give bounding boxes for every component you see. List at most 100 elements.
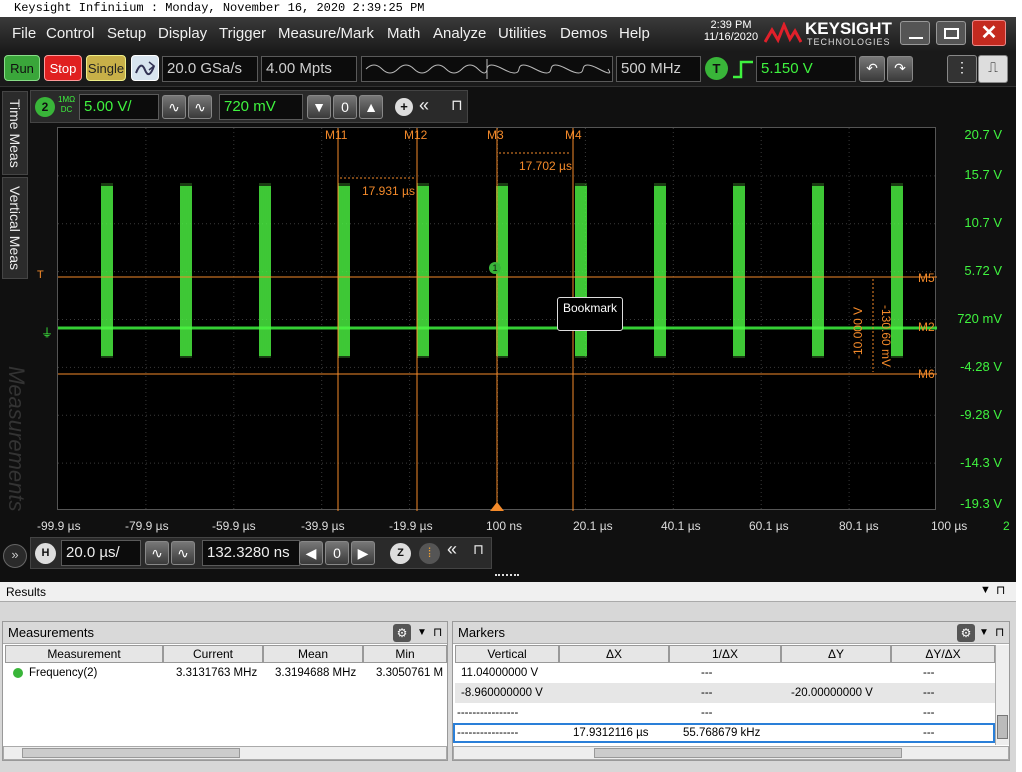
marker-m5-label[interactable]: M5 — [918, 271, 935, 285]
table-row[interactable]: 11.04000000 V --- --- — [455, 663, 995, 683]
marker-m2-label[interactable]: M2 — [918, 320, 935, 334]
measurements-menu-icon[interactable]: ▼ — [417, 622, 427, 644]
scale-increase-button[interactable]: ∿ — [188, 95, 212, 119]
marker-m6-label[interactable]: M6 — [918, 367, 935, 381]
markers-vscroll-thumb[interactable] — [997, 715, 1008, 739]
bookmark[interactable]: Bookmark — [557, 297, 623, 331]
collapse-horizontal-button[interactable]: « — [447, 539, 457, 560]
segments-button[interactable]: ⁞ — [419, 543, 440, 564]
touch-mode-button[interactable]: ⎍ — [978, 55, 1008, 83]
measurements-pin-icon[interactable]: ⊓ — [433, 621, 442, 643]
marker-m3-label[interactable]: M3 — [487, 128, 504, 142]
sample-rate-field[interactable]: 20.0 GSa/s — [162, 56, 258, 82]
trace-burst — [733, 186, 745, 356]
col-dydx[interactable]: ΔY/ΔX — [891, 645, 995, 663]
rising-edge-icon[interactable] — [731, 57, 755, 81]
collapse-button[interactable]: « — [419, 95, 429, 116]
y-label-1: 20.7 V — [964, 127, 1002, 142]
col-current[interactable]: Current — [163, 645, 263, 663]
timebase-increase-button[interactable]: ∿ — [171, 541, 195, 565]
horizontal-badge[interactable]: H — [35, 543, 56, 564]
table-row[interactable]: ---------------- --- --- — [455, 703, 995, 723]
pin-button[interactable]: ⊓ — [451, 96, 463, 114]
table-row[interactable]: Frequency(2) 3.3131763 MHz 3.3194688 MHz… — [5, 663, 447, 683]
markers-vscrollbar[interactable] — [995, 645, 1009, 745]
menu-control[interactable]: Control — [46, 25, 94, 42]
stop-button[interactable]: Stop — [44, 55, 82, 81]
minimize-button[interactable] — [900, 21, 930, 45]
channel-coupling[interactable]: 1MΩ DC — [58, 95, 75, 115]
offset-down-button[interactable]: ▼ — [307, 95, 331, 119]
trigger-level-field[interactable]: 5.150 V — [756, 56, 856, 82]
menu-utilities[interactable]: Utilities — [498, 25, 546, 42]
menu-measure-mark[interactable]: Measure/Mark — [278, 25, 374, 42]
marker-m4-label[interactable]: M4 — [565, 128, 582, 142]
close-button[interactable]: ✕ — [972, 20, 1006, 46]
y-label-5: 720 mV — [957, 311, 1002, 326]
measurements-settings-icon[interactable]: ⚙ — [393, 624, 411, 642]
redo-button[interactable]: ↷ — [887, 56, 913, 82]
undo-button[interactable]: ↶ — [859, 56, 885, 82]
col-vertical[interactable]: Vertical — [455, 645, 559, 663]
markers-scroll-thumb[interactable] — [594, 748, 902, 758]
menu-setup[interactable]: Setup — [107, 25, 146, 42]
channel-tag: 2 — [1003, 519, 1010, 533]
expand-results-button[interactable]: » — [3, 544, 27, 568]
timebase-scale-field[interactable]: 20.0 µs/ — [61, 540, 141, 566]
channel-badge[interactable]: 2 — [35, 97, 55, 117]
x-label-7: 20.1 µs — [573, 519, 613, 533]
splitter-handle[interactable] — [495, 574, 519, 578]
vertical-scale-field[interactable]: 5.00 V/ — [79, 94, 159, 120]
position-zero-button[interactable]: 0 — [325, 541, 349, 565]
markers-settings-icon[interactable]: ⚙ — [957, 624, 975, 642]
scale-decrease-button[interactable]: ∿ — [162, 95, 186, 119]
add-channel-button[interactable]: + — [395, 98, 413, 116]
table-row[interactable]: -8.960000000 V --- -20.00000000 V --- — [455, 683, 995, 703]
marker-m11-label[interactable]: M11 — [325, 128, 347, 142]
col-inv-dx[interactable]: 1/ΔX — [669, 645, 781, 663]
run-button[interactable]: Run — [4, 55, 40, 81]
menu-analyze[interactable]: Analyze — [433, 25, 486, 42]
col-min[interactable]: Min — [363, 645, 447, 663]
single-button[interactable]: Single — [86, 55, 126, 81]
col-measurement[interactable]: Measurement — [5, 645, 163, 663]
col-dy[interactable]: ΔY — [781, 645, 891, 663]
tab-vertical-meas[interactable]: Vertical Meas — [2, 177, 28, 279]
col-dx[interactable]: ΔX — [559, 645, 669, 663]
measurements-scroll-thumb[interactable] — [22, 748, 240, 758]
bandwidth-field[interactable]: 500 MHz — [616, 56, 701, 82]
grid-layout-button[interactable]: ⋮ — [947, 55, 977, 83]
table-row-selected[interactable]: ---------------- 17.9312116 µs 55.768679… — [453, 723, 995, 743]
trigger-source-button[interactable]: T — [705, 57, 728, 80]
markers-pin-icon[interactable]: ⊓ — [995, 621, 1004, 643]
menu-file[interactable]: File — [12, 25, 36, 42]
position-left-button[interactable]: ◀ — [299, 541, 323, 565]
menu-display[interactable]: Display — [158, 25, 207, 42]
col-mean[interactable]: Mean — [263, 645, 363, 663]
pin-horizontal-button[interactable]: ⊓ — [473, 541, 484, 558]
waveform-grid[interactable] — [57, 127, 937, 511]
maximize-button[interactable] — [936, 21, 966, 45]
waveform-overview[interactable] — [361, 56, 613, 82]
results-pin-icon[interactable]: ⊓ — [996, 583, 1005, 597]
memory-depth-field[interactable]: 4.00 Mpts — [261, 56, 357, 82]
zoom-button[interactable]: Z — [390, 543, 411, 564]
measurements-scrollbar[interactable] — [3, 746, 447, 760]
marker-m12-label[interactable]: M12 — [404, 128, 427, 142]
markers-scrollbar[interactable] — [453, 746, 1009, 760]
trace-burst — [812, 186, 824, 356]
menu-math[interactable]: Math — [387, 25, 420, 42]
menu-trigger[interactable]: Trigger — [219, 25, 266, 42]
offset-zero-button[interactable]: 0 — [333, 95, 357, 119]
results-menu-icon[interactable]: ▼ — [980, 584, 991, 596]
menu-demos[interactable]: Demos — [560, 25, 608, 42]
horizontal-position-field[interactable]: 132.3280 ns — [202, 540, 300, 566]
menu-help[interactable]: Help — [619, 25, 650, 42]
timebase-decrease-button[interactable]: ∿ — [145, 541, 169, 565]
vertical-offset-field[interactable]: 720 mV — [219, 94, 303, 120]
position-right-button[interactable]: ▶ — [351, 541, 375, 565]
markers-menu-icon[interactable]: ▼ — [979, 622, 989, 644]
offset-up-button[interactable]: ▲ — [359, 95, 383, 119]
tab-time-meas[interactable]: Time Meas — [2, 91, 28, 175]
auto-scale-button[interactable] — [131, 55, 159, 81]
